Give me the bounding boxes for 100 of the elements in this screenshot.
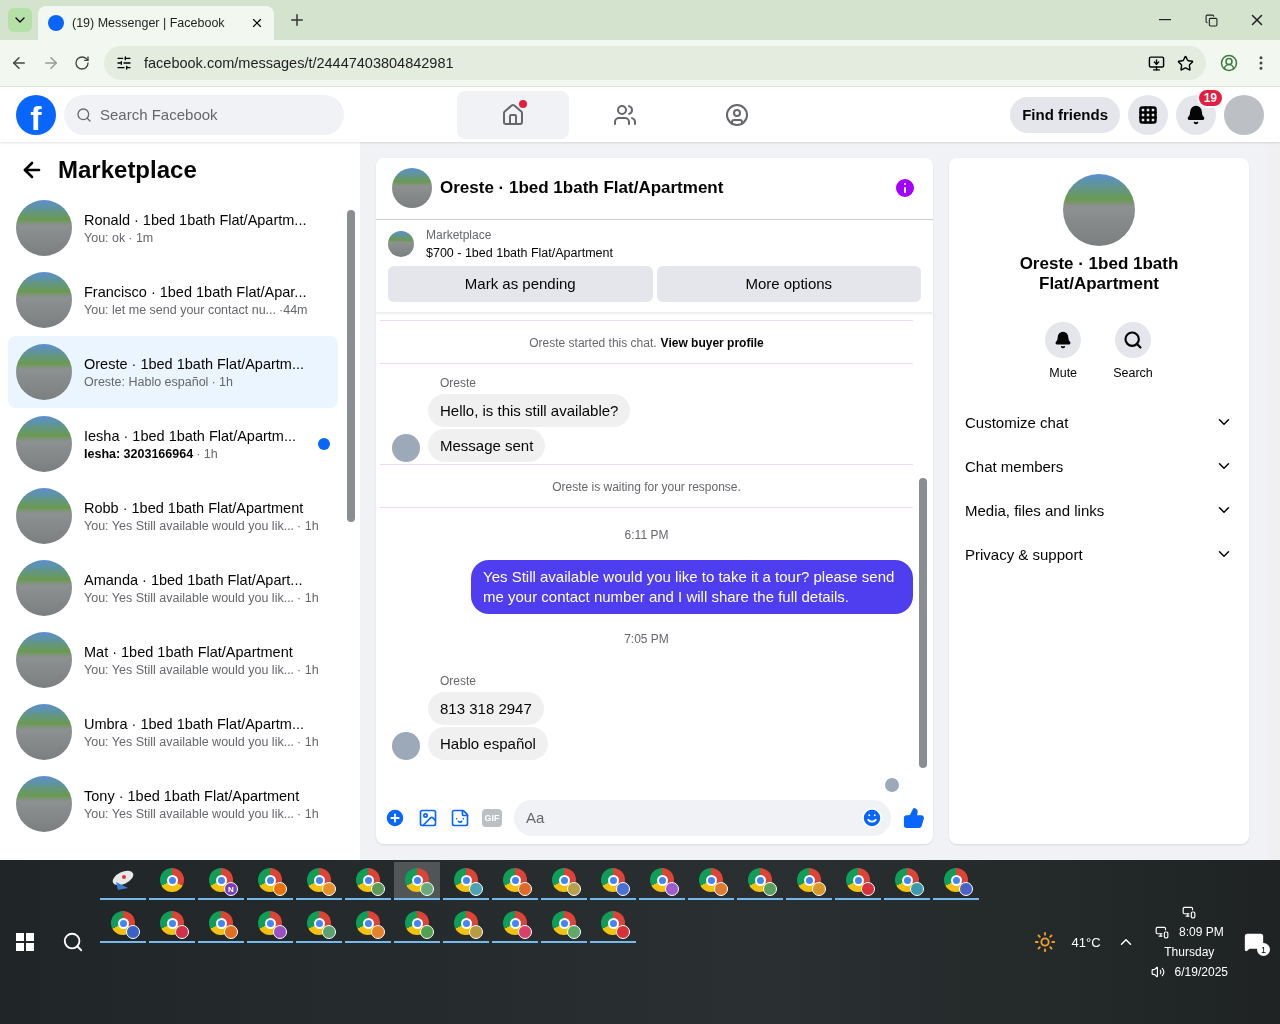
volume-icon[interactable]: [1150, 965, 1165, 979]
forward-icon[interactable]: [42, 54, 60, 72]
install-icon[interactable]: [1148, 54, 1165, 72]
section-header[interactable]: Chat members: [965, 444, 1233, 488]
section-header[interactable]: Media, files and links: [965, 488, 1233, 532]
profile-badge: N: [224, 882, 238, 896]
conversation-item[interactable]: Oreste · 1bed 1bath Flat/Apartm... Oreste: Hablo español · 1h: [8, 336, 338, 408]
incoming-message: Message sent: [428, 428, 546, 462]
browser-tab[interactable]: (19) Messenger | Facebook: [38, 6, 274, 40]
groups-icon: [725, 102, 749, 127]
chat-title: Oreste · 1bed 1bath Flat/Apartment: [440, 178, 725, 199]
photo-placeholder: [16, 416, 72, 472]
sidebar-title: Marketplace: [58, 156, 197, 184]
profile-icon[interactable]: [1220, 54, 1238, 72]
back-icon[interactable]: [10, 54, 28, 72]
bell-icon: [1054, 331, 1073, 349]
search-icon[interactable]: [62, 931, 84, 953]
find-friends-button[interactable]: Find friends: [1010, 96, 1120, 133]
message-preview: Oreste: Hablo español: [84, 374, 209, 389]
message-preview: You: ok: [84, 230, 126, 245]
site-settings-icon[interactable]: [116, 55, 132, 71]
buyer-profile-link[interactable]: View buyer profile: [660, 335, 764, 350]
network-icon[interactable]: [1154, 925, 1169, 939]
bookmark-icon[interactable]: [1177, 54, 1194, 72]
message-time: · 1h: [211, 374, 233, 389]
conversation-title: Oreste · 1bed 1bath Flat/Apartm...: [84, 355, 306, 372]
photo-placeholder: [16, 488, 72, 544]
emoji-icon[interactable]: [861, 806, 883, 829]
message-preview: You: Yes Still available would you lik...: [84, 806, 295, 821]
restore-icon: [1204, 13, 1218, 27]
start-icon[interactable]: [16, 933, 34, 951]
action-button[interactable]: Mark as pending: [388, 265, 653, 302]
add-icon[interactable]: [384, 806, 406, 829]
action-button[interactable]: More options: [656, 265, 921, 302]
conversation-item[interactable]: Robb · 1bed 1bath Flat/Apartment You: Yes Still available would you lik... · 1h: [8, 480, 338, 552]
message-preview: You: let me send your contact nu...: [84, 302, 277, 317]
notification-count: 1: [1257, 943, 1270, 956]
new-tab-icon[interactable]: [288, 11, 306, 29]
notifications-button[interactable]: [1176, 94, 1216, 135]
taskbar-button[interactable]: N: [198, 862, 244, 900]
menu-button[interactable]: [1128, 94, 1168, 135]
search-field[interactable]: Search Facebook: [64, 94, 344, 135]
like-icon[interactable]: [903, 806, 925, 829]
conversation-item[interactable]: Amanda · 1bed 1bath Flat/Apart... You: Yes Still available would you lik... · 1h: [8, 552, 338, 624]
logo[interactable]: f: [16, 94, 56, 135]
message-time: · 1h: [196, 446, 218, 461]
dish-icon: [110, 868, 136, 892]
conversation-title: Francisco · 1bed 1bath Flat/Apar...: [84, 283, 308, 300]
message-time: ·44m: [279, 302, 308, 317]
grid-icon: [1138, 104, 1158, 125]
conversation-title: Robb · 1bed 1bath Flat/Apartment: [84, 499, 305, 516]
system-notice: Oreste started this chat. View buyer profile: [380, 319, 913, 364]
message-preview: Iesha: 3203166964: [84, 446, 194, 461]
seen-avatar: [885, 777, 899, 792]
listing-title: $700 - 1bed 1bath Flat/Apartment: [426, 245, 613, 260]
conversation-item[interactable]: Ronald · 1bed 1bath Flat/Apartm... You: ok · 1m: [8, 192, 338, 264]
close-icon[interactable]: [250, 16, 264, 30]
reload-icon[interactable]: [74, 55, 90, 71]
conversation-title: Umbra · 1bed 1bath Flat/Apartm...: [84, 715, 305, 732]
temperature: 41°C: [1071, 934, 1101, 950]
photo-placeholder: [16, 632, 72, 688]
notification-count: 19: [1196, 87, 1224, 108]
tab-list-button[interactable]: [8, 8, 32, 32]
message-time: · 1h: [297, 518, 319, 533]
sticker-icon[interactable]: [450, 807, 470, 828]
photo-placeholder: [16, 776, 72, 832]
weather-icon: [1033, 931, 1056, 953]
sender-name: Oreste: [440, 673, 477, 688]
message-field[interactable]: Aa: [514, 799, 891, 836]
section-header[interactable]: Customize chat: [965, 400, 1233, 444]
friends-icon: [613, 102, 637, 127]
conversation-item[interactable]: Francisco · 1bed 1bath Flat/Apar... You: let me send your contact nu... ·44m: [8, 264, 338, 336]
meet-icon[interactable]: [1182, 905, 1197, 919]
conversation-item[interactable]: Tony · 1bed 1bath Flat/Apartment You: Yes Still available would you lik... · 1h: [8, 768, 338, 840]
outgoing-message: Yes Still available would you like to take it a tour? please send me your contact number and I will share the full details.: [471, 559, 913, 614]
message-preview: You: Yes Still available would you lik...: [84, 590, 295, 605]
address-bar[interactable]: facebook.com/messages/t/24447403804842981: [104, 46, 1206, 80]
scrollbar-thumb[interactable]: [919, 477, 927, 768]
image-icon[interactable]: [418, 807, 438, 828]
favicon-icon: [48, 15, 64, 31]
minimize-icon: [1159, 19, 1171, 21]
taskbar-button[interactable]: [394, 862, 440, 900]
conversation-item[interactable]: Iesha · 1bed 1bath Flat/Apartm... Iesha: 3203166964 · 1h: [8, 408, 338, 480]
conversation-title: Tony · 1bed 1bath Flat/Apartment: [84, 787, 301, 804]
photo-placeholder: [16, 200, 72, 256]
scrollbar-thumb[interactable]: [347, 210, 355, 522]
nav-tab[interactable]: [457, 90, 569, 139]
conversation-item[interactable]: Mat · 1bed 1bath Flat/Apartment You: Yes Still available would you lik... · 1h: [8, 624, 338, 696]
unread-dot: [318, 438, 330, 450]
conversation-title: Ronald · 1bed 1bath Flat/Apartm...: [84, 211, 308, 228]
photo-placeholder: [16, 560, 72, 616]
section-header[interactable]: Privacy & support: [965, 532, 1233, 576]
conversation-item[interactable]: Umbra · 1bed 1bath Flat/Apartm... You: Yes Still available would you lik... · 1h: [8, 696, 338, 768]
message-time: · 1h: [297, 734, 319, 749]
notification-dot: [519, 99, 527, 108]
details-title: Oreste · 1bed 1bath Flat/Apartment: [1018, 254, 1180, 294]
sender-name: Oreste: [440, 375, 477, 390]
photo-placeholder: [16, 344, 72, 400]
incoming-message: 813 318 2947: [428, 691, 544, 725]
conversation-title: Amanda · 1bed 1bath Flat/Apart...: [84, 571, 304, 588]
